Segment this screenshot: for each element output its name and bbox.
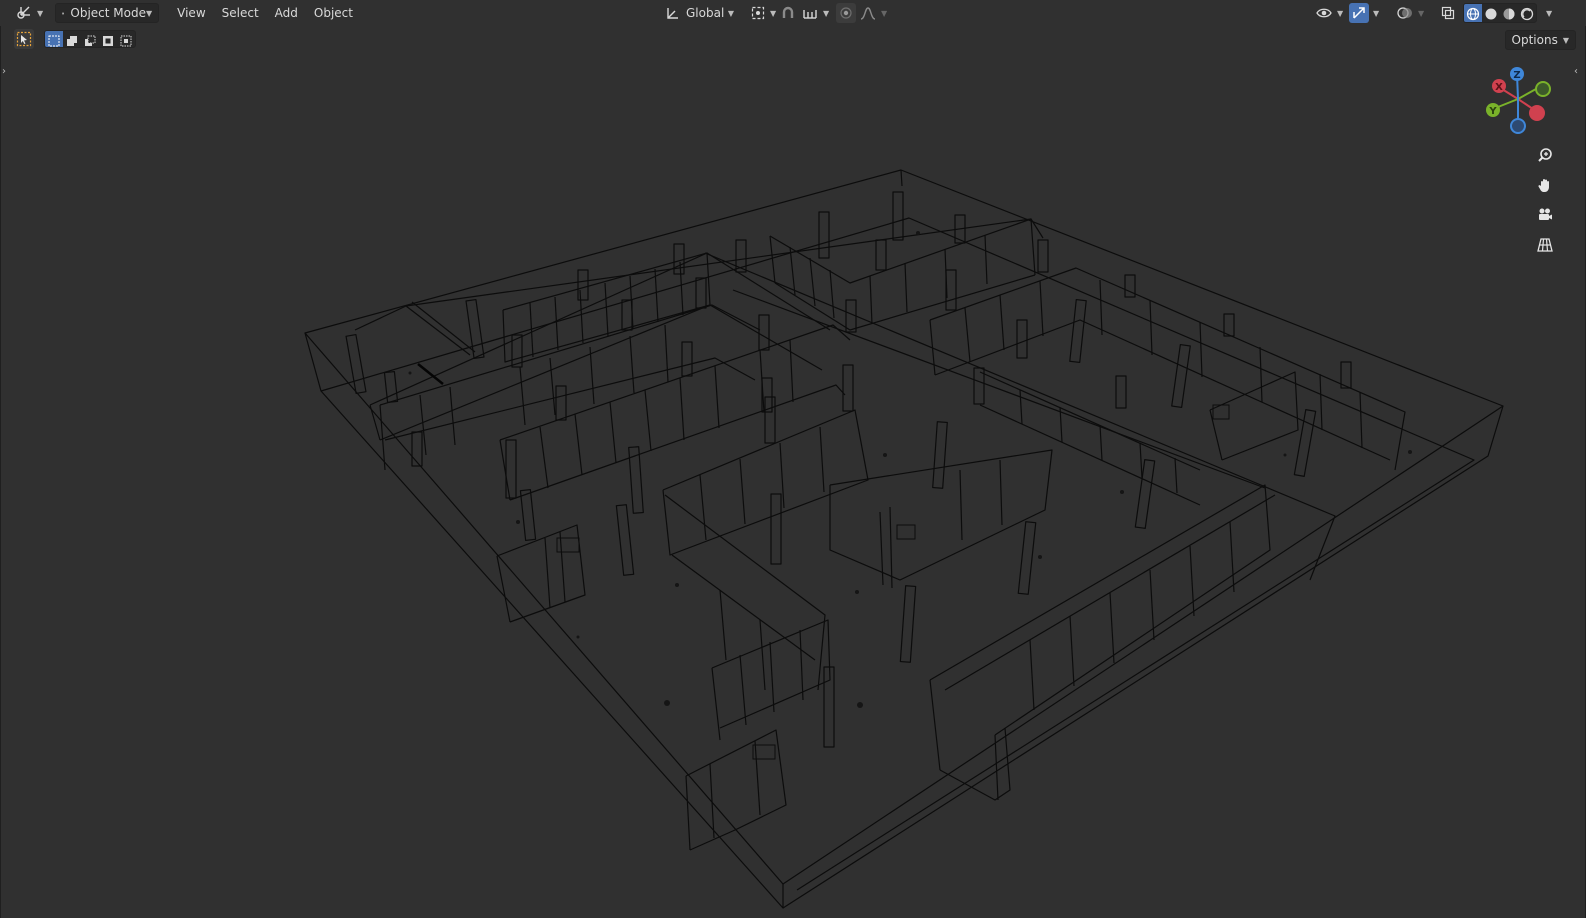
floor-slab-side-left — [304, 332, 784, 909]
shading-options-dropdown[interactable]: ▼ — [1543, 3, 1555, 23]
chevron-down-icon: ▼ — [727, 8, 734, 18]
menu-add-label: Add — [274, 6, 298, 20]
transform-orientation-icon — [667, 8, 678, 19]
axis-z-negative-handle — [1510, 118, 1526, 134]
menu-view-label: View — [177, 6, 206, 20]
selection-mode-extend-button[interactable] — [63, 31, 81, 47]
snap-target-dropdown[interactable]: ▼ — [799, 3, 832, 23]
options-label: Options — [1511, 33, 1558, 47]
menu-object[interactable]: Object — [306, 3, 361, 23]
columns — [345, 191, 1352, 748]
pan-hand-icon — [1538, 179, 1549, 192]
camera-view-button[interactable] — [1533, 203, 1557, 227]
proportional-editing-icon — [840, 7, 852, 19]
menu-object-label: Object — [313, 6, 353, 20]
rendered-shading-icon — [1520, 7, 1534, 21]
editor-type-button[interactable]: ▼ — [10, 3, 49, 23]
orthographic-toggle-button[interactable] — [1533, 233, 1557, 257]
extend-selection-icon — [67, 36, 77, 46]
camera-view-icon — [1539, 208, 1552, 220]
gizmo-toggle[interactable] — [1349, 3, 1369, 23]
overlays-icon — [1397, 7, 1412, 19]
selection-mode-group — [44, 30, 136, 48]
shading-solid-button[interactable] — [1482, 4, 1500, 22]
chevron-down-icon: ▼ — [1373, 8, 1380, 18]
shading-rendered-button[interactable] — [1518, 4, 1536, 22]
menu-view[interactable]: View — [169, 3, 213, 23]
wireframe-scene — [304, 169, 1504, 909]
tool-settings-header — [0, 26, 1586, 52]
shading-material-preview-button[interactable] — [1500, 4, 1518, 22]
menu-add[interactable]: Add — [267, 3, 306, 23]
snap-increment-icon — [803, 10, 817, 19]
sidebar-expand-arrow[interactable]: ‹ — [1574, 66, 1578, 77]
mode-label: Object Mode — [70, 6, 146, 20]
pivot-point-icon — [751, 6, 765, 20]
chevron-down-icon: ▼ — [881, 8, 888, 18]
chevron-down-icon: ▼ — [823, 8, 830, 18]
transform-orientation-label: Global — [686, 6, 725, 20]
gizmo-icon — [1353, 7, 1365, 19]
selection-mode-set-button[interactable] — [45, 31, 63, 47]
chevron-down-icon: ▼ — [1562, 35, 1569, 45]
solid-shading-icon — [1485, 8, 1497, 20]
transform-orientation-dropdown[interactable]: Global ▼ — [660, 3, 740, 23]
snap-toggle[interactable] — [778, 3, 798, 23]
chevron-down-icon: ▼ — [1546, 8, 1553, 18]
zoom-icon — [1538, 148, 1552, 162]
axis-y-negative-handle — [1535, 81, 1551, 97]
floor-slab-side-right — [782, 405, 1504, 909]
axis-x-negative-handle — [1529, 105, 1545, 121]
gizmo-dropdown[interactable]: ▼ — [1370, 3, 1382, 23]
zoom-button[interactable] — [1533, 143, 1557, 167]
set-selection-icon — [48, 35, 60, 47]
viewport-header: ▼ Object Mode ▼ View Select Add Object G… — [0, 0, 1586, 26]
overlays-dropdown[interactable]: ▼ — [1415, 3, 1427, 23]
wireframe-shading-icon — [1466, 7, 1480, 21]
mode-dropdown[interactable]: Object Mode ▼ — [55, 3, 160, 23]
subtract-selection-icon — [85, 35, 96, 46]
material-preview-icon — [1503, 8, 1515, 20]
xray-toggle[interactable] — [1438, 3, 1458, 23]
xray-icon — [1441, 6, 1455, 20]
object-mode-icon — [62, 11, 65, 15]
options-dropdown[interactable]: Options ▼ — [1504, 30, 1576, 50]
falloff-curve-icon — [860, 7, 876, 20]
axis-y-label: Y — [1488, 106, 1497, 117]
menu-select-label: Select — [221, 6, 259, 20]
axis-z-label: Z — [1513, 70, 1520, 81]
pivot-point-dropdown[interactable]: ▼ — [745, 3, 782, 23]
chevron-down-icon: ▼ — [37, 8, 44, 18]
3d-viewport[interactable]: › ‹ X Y Z — [0, 0, 1586, 918]
invert-selection-icon — [103, 36, 113, 46]
editor-type-icon — [17, 6, 30, 19]
selection-mode-intersect-button[interactable] — [117, 31, 135, 47]
intersect-selection-icon — [120, 35, 132, 47]
visibility-icon — [1316, 8, 1332, 18]
chevron-down-icon: ▼ — [770, 8, 777, 18]
axis-x-label: X — [1495, 82, 1503, 93]
shading-wireframe-button[interactable] — [1464, 4, 1482, 22]
visibility-dropdown[interactable]: ▼ — [1313, 3, 1346, 23]
falloff-dropdown[interactable]: ▼ — [857, 3, 890, 23]
menu-select[interactable]: Select — [214, 3, 267, 23]
chevron-down-icon: ▼ — [1337, 8, 1344, 18]
select-box-tool-icon — [16, 31, 32, 47]
chevron-down-icon: ▼ — [146, 8, 153, 18]
pan-button[interactable] — [1533, 173, 1557, 197]
toolbar-expand-arrow[interactable]: › — [2, 66, 6, 77]
orthographic-grid-icon — [1537, 238, 1553, 252]
active-tool-button[interactable] — [14, 29, 34, 49]
selection-mode-invert-button[interactable] — [99, 31, 117, 47]
navigation-gizmo[interactable]: X Y Z — [1480, 62, 1560, 142]
floor-slab-top — [304, 169, 1504, 885]
proportional-editing-toggle[interactable] — [836, 3, 856, 23]
overlays-toggle[interactable] — [1394, 3, 1416, 23]
chevron-down-icon: ▼ — [1418, 8, 1425, 18]
selection-mode-subtract-button[interactable] — [81, 31, 99, 47]
snap-icon — [782, 6, 794, 18]
shading-mode-group — [1463, 3, 1537, 23]
